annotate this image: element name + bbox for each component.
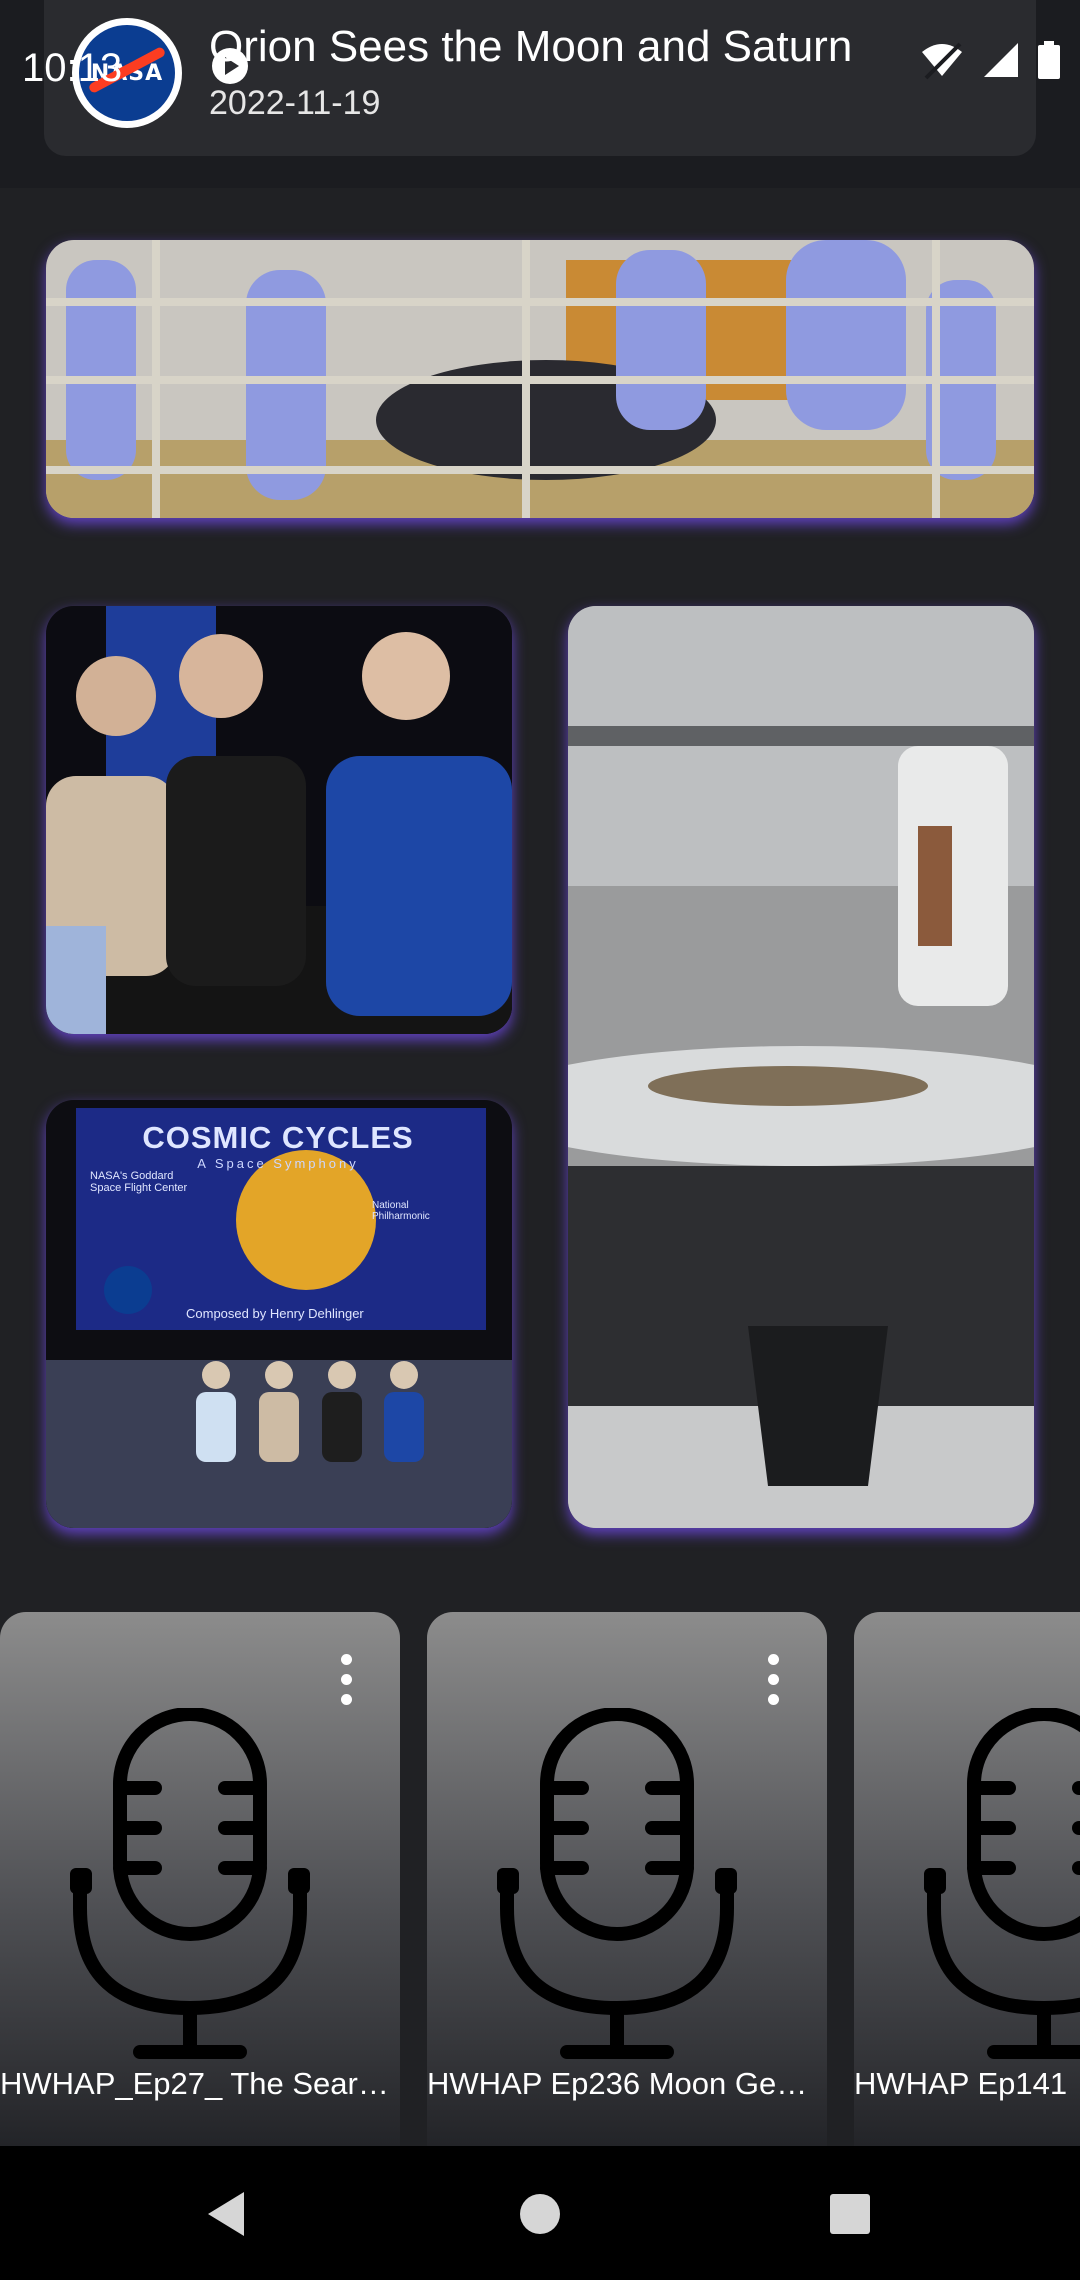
cosmic-cycles-stage-photo[interactable]: COSMIC CYCLES A Space Symphony NASA's Go… [46,1100,512,1528]
recents-icon[interactable] [828,2190,872,2238]
signal-icon [984,43,1018,77]
status-time: 10:13 [22,46,123,90]
status-icons [920,40,1060,80]
more-vert-icon[interactable] [338,1654,354,1706]
microphone-icon [924,1708,1080,2059]
screen-left-text: NASA's Goddard Space Flight Center [90,1170,188,1194]
now-playing-card[interactable]: NASA Orion Sees the Moon and Saturn 2022… [44,0,1036,156]
instrument-closeup-photo[interactable] [568,606,1034,1528]
podcast-label: HWHAP_Ep27_ The Sear… [0,2066,389,2101]
podcast-card[interactable]: HWHAP Ep236 Moon Ge… [427,1612,827,2146]
podcast-card[interactable]: HWHAP_Ep27_ The Sear… [0,1612,400,2146]
now-playing-date: 2022-11-19 [209,84,381,122]
microphone-icon [70,1708,310,2059]
navigation-bar [0,2146,1080,2280]
screen-right-text: National Philharmonic [372,1200,430,1222]
microphone-icon [497,1708,737,2059]
podcast-card[interactable]: HWHAP Ep141 [854,1612,1080,2146]
podcast-label: HWHAP Ep236 Moon Ge… [427,2066,808,2101]
wifi-icon [922,42,962,80]
cleanroom-spacecraft-photo[interactable] [46,240,1034,518]
panel-speakers-photo[interactable] [46,606,512,1034]
more-vert-icon[interactable] [765,1654,781,1706]
back-icon[interactable] [204,2190,248,2238]
now-playing-title: Orion Sees the Moon and Saturn [209,22,853,71]
screen-subtitle: A Space Symphony [197,1156,359,1171]
home-icon[interactable] [518,2190,562,2238]
podcast-label: HWHAP Ep141 [854,2066,1068,2101]
battery-icon [1038,41,1060,79]
screen-title: COSMIC CYCLES [142,1120,414,1155]
podcast-row[interactable]: HWHAP_Ep27_ The Sear… HWHAP Ep236 Moon G… [0,1584,1080,2146]
screen-credit: Composed by Henry Dehlinger [186,1306,364,1321]
